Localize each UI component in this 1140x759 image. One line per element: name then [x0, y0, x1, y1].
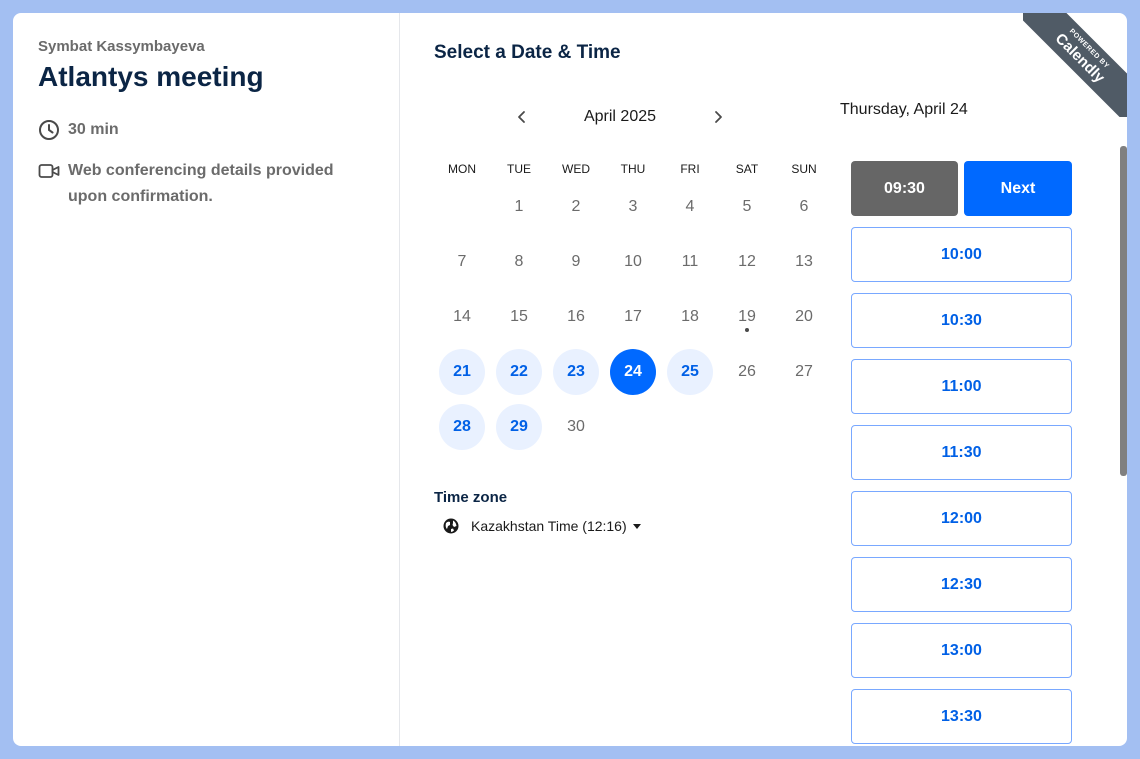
globe-icon: [443, 518, 459, 534]
calendar-day: 17: [624, 308, 642, 325]
calendar-day: 8: [514, 253, 524, 270]
timezone-label: Time zone: [434, 489, 508, 506]
weekday-wed: WED: [562, 162, 590, 176]
month-navigation: April 2025: [510, 105, 730, 129]
next-month-button[interactable]: [706, 105, 730, 129]
calendar-day-available[interactable]: 22: [496, 349, 542, 395]
calendar-day: 19: [738, 308, 756, 325]
calendar-day: 30: [567, 418, 585, 435]
location-row: Web conferencing details provided upon c…: [38, 158, 358, 210]
calendar-day: 13: [795, 253, 813, 270]
calendar-day: 14: [453, 308, 471, 325]
time-slot[interactable]: 11:00: [851, 359, 1072, 414]
calendar-day: 27: [795, 363, 813, 380]
calendar-day: 4: [685, 198, 695, 215]
calendar-day: 2: [571, 198, 581, 215]
weekday-tue: TUE: [507, 162, 531, 176]
timezone-value: Kazakhstan Time (12:16): [471, 518, 627, 534]
calendly-ribbon: POWERED BY Calendly: [1023, 13, 1127, 117]
calendar-day: 7: [457, 253, 467, 270]
timezone-select[interactable]: Kazakhstan Time (12:16): [443, 518, 641, 534]
time-slots-scrollbar[interactable]: [1120, 146, 1127, 476]
time-slot[interactable]: 12:30: [851, 557, 1072, 612]
calendar-day: 10: [624, 253, 642, 270]
calendar-day-available[interactable]: 25: [667, 349, 713, 395]
calendar-day: 26: [738, 363, 756, 380]
calendar-day-available[interactable]: 21: [439, 349, 485, 395]
calendar-day: 18: [681, 308, 699, 325]
previous-month-button[interactable]: [510, 105, 534, 129]
time-slot[interactable]: 11:30: [851, 425, 1072, 480]
event-details-panel: Symbat Kassymbayeva Atlantys meeting 30 …: [13, 13, 400, 746]
page-title: Select a Date & Time: [434, 42, 621, 63]
weekday-mon: MON: [448, 162, 476, 176]
calendar-day: 1: [514, 198, 524, 215]
calendar-day: 16: [567, 308, 585, 325]
chevron-right-icon: [715, 111, 722, 123]
time-slot[interactable]: 10:00: [851, 227, 1072, 282]
calendar-day: 11: [681, 253, 699, 270]
calendar-day: 15: [510, 308, 528, 325]
calendar-day: 20: [795, 308, 813, 325]
today-indicator-dot: [745, 328, 749, 332]
time-slot[interactable]: 10:30: [851, 293, 1072, 348]
calendar-day: 5: [742, 198, 752, 215]
caret-down-icon: [632, 523, 641, 529]
clock-icon: [38, 119, 60, 141]
calendar-day-available[interactable]: 28: [439, 404, 485, 450]
calendar-day-available[interactable]: 23: [553, 349, 599, 395]
host-name: Symbat Kassymbayeva: [38, 38, 205, 55]
calendar-day: 3: [628, 198, 638, 215]
weekday-thu: THU: [620, 162, 646, 176]
selected-time-slot[interactable]: 09:30: [851, 161, 958, 216]
weekday-sat: SAT: [735, 162, 759, 176]
duration-text: 30 min: [68, 121, 119, 138]
powered-by-calendly-badge[interactable]: POWERED BY Calendly: [1023, 13, 1127, 117]
event-title: Atlantys meeting: [38, 61, 264, 92]
next-button[interactable]: Next: [964, 161, 1072, 216]
selected-date-heading: Thursday, April 24: [840, 101, 968, 118]
duration-row: 30 min: [38, 119, 119, 141]
scheduling-card: Symbat Kassymbayeva Atlantys meeting 30 …: [13, 13, 1127, 746]
month-label: April 2025: [583, 108, 657, 125]
calendar-day: 6: [799, 198, 809, 215]
time-slot[interactable]: 12:00: [851, 491, 1072, 546]
calendar-day: 12: [738, 253, 756, 270]
video-camera-icon: [38, 160, 60, 182]
date-time-panel: Select a Date & Time April 2025 MON TUE …: [400, 13, 1127, 746]
calendar-day: 9: [571, 253, 581, 270]
weekday-sun: SUN: [791, 162, 817, 176]
chevron-left-icon: [518, 111, 525, 123]
calendar-day-available[interactable]: 29: [496, 404, 542, 450]
location-text: Web conferencing details provided upon c…: [68, 162, 334, 205]
weekday-fri: FRI: [680, 162, 700, 176]
time-slot[interactable]: 13:00: [851, 623, 1072, 678]
time-slot[interactable]: 13:30: [851, 689, 1072, 744]
calendar-day-selected[interactable]: 24: [610, 349, 656, 395]
